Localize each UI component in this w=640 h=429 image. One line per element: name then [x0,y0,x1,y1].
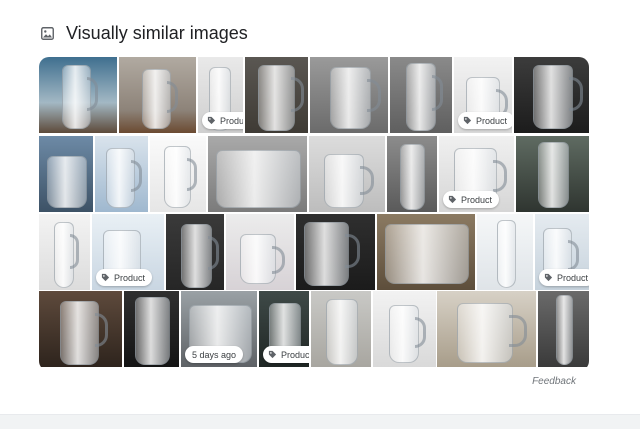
image-thumbnail-etched-pitcher-dark[interactable] [245,57,308,133]
image-row: 5 days ago Product [39,291,589,367]
tag-icon [207,116,216,125]
product-badge-label: Product [281,349,309,360]
image-thumbnail-clear-water-jug[interactable] [310,57,388,133]
image-thumbnail-tall-clear-vase[interactable] [477,214,533,290]
pitcher-handle-shape [208,236,219,270]
image-thumbnail-pitcher-with-orange-swirl[interactable] [309,136,385,212]
glassware-shape [533,65,573,129]
tag-icon [544,273,553,282]
image-thumbnail-claret-jug-silver-lid[interactable] [390,57,452,133]
image-thumbnail-stoneware-jug[interactable] [311,291,371,367]
image-thumbnail-crystal-vase-dark[interactable] [124,291,179,367]
image-thumbnail-cut-glass-pitcher-white[interactable] [150,136,206,212]
image-row: Product Product [39,214,589,290]
pitcher-handle-shape [167,81,178,113]
bottom-divider [0,414,640,429]
product-badge: Product [96,269,153,286]
pitcher-handle-shape [70,234,79,269]
image-thumbnail-glass-pitcher-wood-table[interactable] [119,57,196,133]
product-badge: Product [443,191,500,208]
glassware-shape [47,156,87,208]
tag-icon [448,195,457,204]
pitcher-handle-shape [131,160,142,192]
image-thumbnail-glassware-set-brown[interactable] [377,214,475,290]
image-row: Product [39,136,589,212]
product-badge: Product [458,112,512,129]
tag-icon [268,350,277,359]
image-thumbnail-water-set-dark[interactable] [296,214,375,290]
pitcher-handle-shape [493,160,507,192]
pitcher-handle-shape [568,240,579,271]
product-badge-label: Product [114,272,146,283]
product-badge-label: Product [557,272,589,283]
pitcher-handle-shape [509,315,527,347]
image-thumbnail-painted-tumblers[interactable] [208,136,307,212]
date-badge-label: 5 days ago [192,349,237,360]
pitcher-handle-shape [569,77,583,111]
image-thumbnail-crystal-pitcher-dark-backdrop[interactable] [514,57,589,133]
image-thumbnail-glass-carafe[interactable]: Product [198,57,243,133]
image-row: Product Product [39,57,589,133]
section-title: Visually similar images [66,22,248,43]
glassware-shape [385,224,469,284]
date-badge: 5 days ago [185,346,244,363]
tag-icon [463,116,472,125]
glassware-shape [457,303,513,363]
glassware-shape [216,150,301,208]
product-badge-label: Product [220,115,243,126]
image-thumbnail-blue-tinted-pitcher[interactable] [95,136,148,212]
glassware-shape [497,220,516,288]
image-thumbnail-pitcher-blue-background[interactable] [39,57,117,133]
image-thumbnail-tall-bud-vase[interactable] [538,291,589,367]
similar-images-grid: ProductProductProductProductProduct5 day… [39,57,589,371]
pitcher-handle-shape [360,166,374,195]
product-badge-label: Product [461,194,493,205]
image-thumbnail-green-vase[interactable] [516,136,589,212]
glassware-shape [240,234,276,284]
image-thumbnail-branded-glass-jug[interactable] [373,291,436,367]
image-thumbnail-etched-pitcher-table[interactable] [437,291,536,367]
image-thumbnail-glass-tumblers-blue[interactable]: Product [92,214,164,290]
pitcher-handle-shape [87,77,98,111]
image-thumbnail-silver-rim-pitcher[interactable] [39,291,122,367]
image-thumbnail-glass-pitcher-white[interactable]: Product [454,57,512,133]
image-thumbnail-green-glasses[interactable]: Product [259,291,309,367]
glassware-shape [326,299,358,365]
image-thumbnail-claret-jug-white[interactable] [39,214,90,290]
pitcher-handle-shape [272,246,285,274]
image-thumbnail-glass-set-window[interactable]: 5 days ago [181,291,257,367]
product-badge: Product [539,269,589,286]
image-thumbnail-pressed-glass-pitcher[interactable]: Product [439,136,514,212]
feedback-link[interactable]: Feedback [532,376,576,387]
pitcher-handle-shape [367,79,381,112]
image-thumbnail-pitcher-pink-glasses[interactable] [226,214,294,290]
image-thumbnail-blue-glassware-set[interactable] [39,136,93,212]
image-icon [40,26,54,40]
product-badge: Product [202,112,243,129]
pitcher-handle-shape [415,317,426,348]
pitcher-handle-shape [187,158,197,191]
glassware-shape [400,144,425,210]
glassware-shape [304,222,349,286]
pitcher-handle-shape [291,77,304,112]
pitcher-handle-shape [432,75,443,111]
image-thumbnail-glass-tumblers[interactable]: Product [535,214,589,290]
image-thumbnail-cut-glass-pitcher-table[interactable] [166,214,224,290]
product-badge: Product [263,346,309,363]
product-badge-label: Product [476,115,508,126]
glassware-shape [135,297,170,365]
glassware-shape [324,154,364,208]
glassware-shape [258,65,295,131]
pitcher-handle-shape [95,313,108,347]
pitcher-handle-shape [345,234,360,268]
section-header: Visually similar images [40,20,248,46]
image-thumbnail-glass-carafe-gray[interactable] [387,136,437,212]
tag-icon [101,273,110,282]
glassware-shape [538,142,569,208]
glassware-shape [60,301,99,365]
glassware-shape [330,67,371,129]
glassware-shape [556,295,573,365]
